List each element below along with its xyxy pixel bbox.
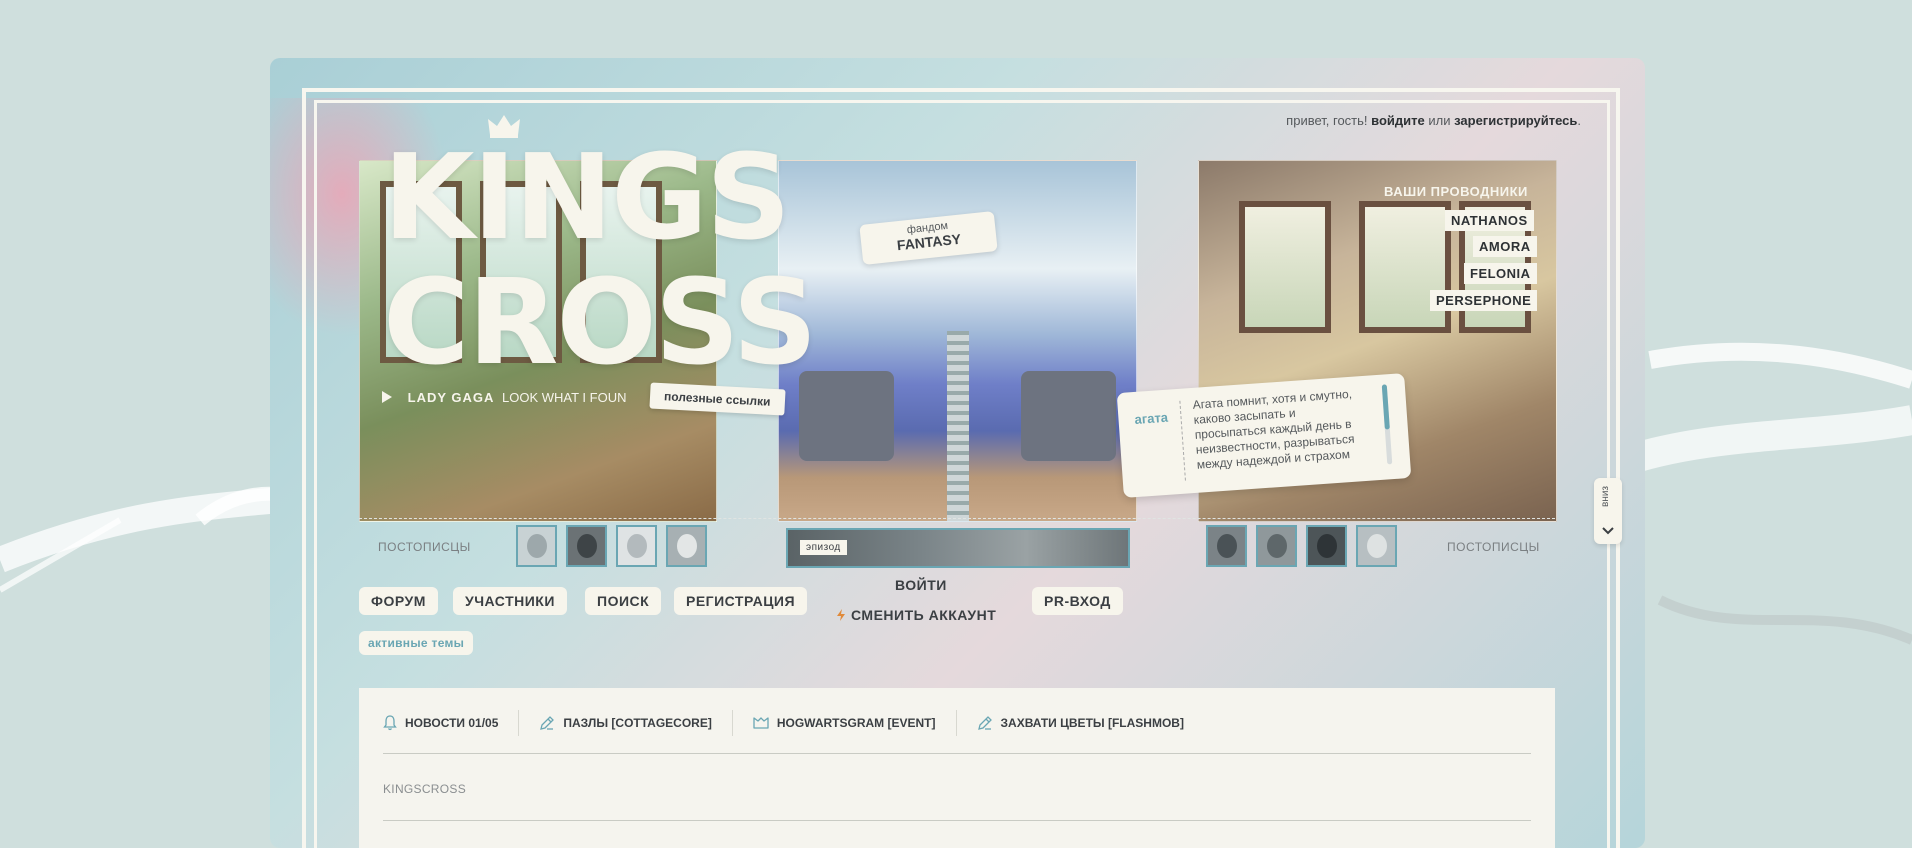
section-title[interactable]: KINGSCROSS: [383, 782, 466, 796]
guide-persephone[interactable]: PERSEPHONE: [1430, 290, 1538, 311]
posters-label-left: ПОСТОПИСЦЫ: [378, 540, 471, 554]
bell-icon: [383, 715, 397, 731]
news-label: НОВОСТИ 01/05: [405, 716, 499, 730]
quote-scrollbar[interactable]: [1381, 384, 1393, 465]
nav-register[interactable]: РЕГИСТРАЦИЯ: [674, 587, 808, 615]
news-item[interactable]: НОВОСТИ 01/05: [383, 715, 498, 731]
avatar[interactable]: [566, 525, 607, 567]
quote-author[interactable]: агата: [1134, 410, 1168, 427]
or-text: или: [1428, 113, 1451, 128]
divider: [383, 820, 1531, 821]
nav-forum[interactable]: ФОРУМ: [359, 587, 438, 615]
posters-label-right: ПОСТОПИСЦЫ: [1447, 540, 1540, 554]
nav-switch-account[interactable]: СМЕНИТЬ АККАУНТ: [825, 601, 1008, 629]
news-item[interactable]: HOGWARTSGRAM [EVENT]: [753, 716, 936, 730]
pencil-icon: [540, 716, 555, 730]
music-track: LOOK WHAT I FOUN: [502, 390, 627, 405]
envelope-icon: [753, 717, 769, 729]
news-label: ЗАХВАТИ ЦВЕТЫ [FLASHMOB]: [1000, 716, 1184, 730]
news-panel: НОВОСТИ 01/05 ПАЗЛЫ [COTTAGECORE] HOGWAR…: [359, 688, 1555, 848]
greeting-text: привет, гость!: [1286, 113, 1368, 128]
divider: [383, 753, 1531, 754]
avatar[interactable]: [1206, 525, 1247, 567]
divider: [359, 518, 1555, 520]
avatar[interactable]: [516, 525, 557, 567]
guide-amora[interactable]: AMORA: [1473, 236, 1537, 257]
nav-members[interactable]: УЧАСТНИКИ: [453, 587, 567, 615]
nav-search[interactable]: ПОИСК: [585, 587, 662, 615]
news-item[interactable]: ПАЗЛЫ [COTTAGECORE]: [539, 715, 712, 731]
nav-login[interactable]: ВОЙТИ: [895, 577, 947, 593]
guest-greeting: привет, гость! войдите или зарегистрируй…: [1286, 113, 1581, 128]
scroll-down-label: вниз: [1600, 486, 1611, 508]
scroll-down-button[interactable]: вниз: [1594, 478, 1622, 544]
music-player[interactable]: LADY GAGA LOOK WHAT I FOUN: [382, 390, 627, 405]
chevron-down-icon: [1602, 527, 1614, 535]
news-label: ПАЗЛЫ [COTTAGECORE]: [563, 716, 712, 730]
logo-kings: KINGS: [383, 128, 791, 266]
quote-card: агата Агата помнит, хотя и смутно, каков…: [1116, 373, 1412, 498]
pencil-icon: [977, 716, 992, 730]
guide-felonia[interactable]: FELONIA: [1464, 263, 1537, 284]
nav-pr-login[interactable]: PR-ВХОД: [1032, 587, 1123, 615]
logo-cross: CROSS: [383, 253, 817, 391]
avatar[interactable]: [1256, 525, 1297, 567]
play-icon[interactable]: [382, 391, 392, 403]
avatar[interactable]: [1356, 525, 1397, 567]
guide-nathanos[interactable]: NATHANOS: [1445, 210, 1534, 231]
active-topics-link[interactable]: активные темы: [359, 631, 474, 655]
guides-title: ВАШИ ПРОВОДНИКИ: [1384, 184, 1528, 199]
lightning-icon: [837, 609, 845, 621]
avatar[interactable]: [1306, 525, 1347, 567]
episode-banner[interactable]: эпизод: [786, 528, 1130, 568]
register-link[interactable]: зарегистрируйтесь: [1454, 113, 1577, 128]
avatar[interactable]: [616, 525, 657, 567]
news-item[interactable]: ЗАХВАТИ ЦВЕТЫ [FLASHMOB]: [977, 715, 1184, 731]
news-bar: НОВОСТИ 01/05 ПАЗЛЫ [COTTAGECORE] HOGWAR…: [383, 710, 1184, 736]
login-link[interactable]: войдите: [1371, 113, 1425, 128]
music-artist: LADY GAGA: [407, 390, 495, 405]
quote-text: Агата помнит, хотя и смутно, каково засы…: [1192, 386, 1355, 472]
switch-account-label: СМЕНИТЬ АККАУНТ: [851, 607, 997, 623]
greeting-suffix: .: [1577, 113, 1581, 128]
news-label: HOGWARTSGRAM [EVENT]: [776, 716, 936, 730]
avatar[interactable]: [666, 525, 707, 567]
episode-label: эпизод: [800, 540, 847, 555]
